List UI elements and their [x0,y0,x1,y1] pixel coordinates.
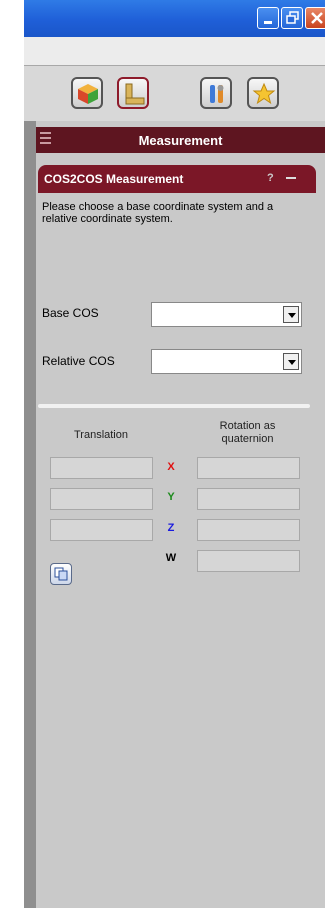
base-cos-select[interactable] [151,302,302,327]
chevron-down-icon[interactable] [283,306,299,323]
menu-bar [24,37,325,66]
divider [38,404,310,408]
translation-header: Translation [73,429,128,441]
rotation-w-field[interactable] [197,550,300,572]
left-border-strip [24,121,36,908]
rotation-header: Rotation as quaternion [219,420,276,445]
star-icon [252,82,276,105]
measurement-panel: Measurement COS2COS Measurement ? Please… [36,121,325,908]
restore-button[interactable] [281,7,303,29]
close-button[interactable] [305,7,325,29]
chevron-down-icon[interactable] [283,353,299,370]
axis-w-label: W [165,552,177,564]
cube-icon [78,84,98,104]
translation-z-field[interactable] [50,519,153,541]
base-cos-label: Base COS [42,306,99,320]
panel-title: Measurement [138,133,223,148]
relative-cos-select[interactable] [151,349,302,374]
translation-x-field[interactable] [50,457,153,479]
axis-x-label: X [167,461,175,473]
restore-icon [286,11,299,24]
minimize-icon [264,21,272,24]
axis-z-label: Z [167,522,175,534]
ruler-icon [125,83,145,105]
measurement-tool-button[interactable] [117,77,149,109]
relative-cos-label: Relative COS [42,354,115,368]
favorites-tool-button[interactable] [247,77,279,109]
copy-button[interactable] [50,563,72,585]
close-icon [311,12,323,24]
section-title: COS2COS Measurement [44,172,184,186]
cube-tool-button[interactable] [71,77,103,109]
rotation-y-field[interactable] [197,488,300,510]
tools-icon [210,85,224,103]
toolbar [24,66,325,122]
rotation-z-field[interactable] [197,519,300,541]
panel-header: Measurement [36,127,325,153]
settings-tool-button[interactable] [200,77,232,109]
collapse-icon[interactable] [286,177,296,179]
minimize-button[interactable] [257,7,279,29]
instruction-text: Please choose a base coordinate system a… [42,201,274,225]
axis-y-label: Y [167,491,175,503]
section-header[interactable]: COS2COS Measurement ? [38,165,316,193]
help-icon[interactable]: ? [267,172,274,184]
rotation-x-field[interactable] [197,457,300,479]
translation-y-field[interactable] [50,488,153,510]
window-title-bar [24,0,325,37]
copy-icon [54,567,68,581]
